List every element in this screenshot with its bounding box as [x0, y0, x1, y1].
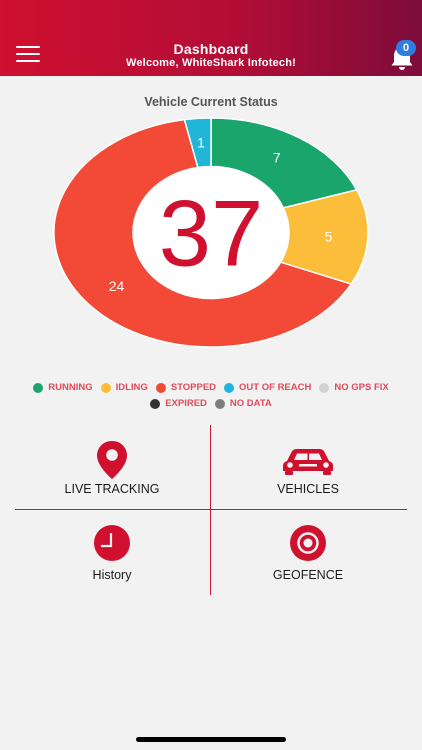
legend-label: NO DATA	[229, 398, 272, 409]
live-tracking-label: LIVE TRACKING	[64, 482, 160, 496]
geofence-tile[interactable]: GEOFENCE	[213, 515, 403, 595]
target-icon	[290, 525, 326, 561]
clock-icon	[94, 525, 130, 561]
map-pin-icon	[97, 441, 127, 479]
legend-item-no-data: NO DATA	[214, 398, 272, 409]
car-icon	[283, 449, 333, 475]
legend-dot	[33, 382, 44, 393]
vehicles-tile[interactable]: VEHICLES	[213, 430, 403, 510]
legend-dot	[224, 382, 235, 393]
legend-item-no-gps-fix: NO GPS FIX	[319, 382, 389, 393]
slice-value-label: 24	[109, 278, 125, 294]
geofence-label: GEOFENCE	[272, 568, 344, 582]
legend-item-expired: EXPIRED	[150, 398, 207, 409]
legend-label: RUNNING	[48, 382, 93, 393]
chart-legend: EXPIRED NO DATA	[0, 398, 422, 409]
vehicles-label: VEHICLES	[277, 482, 339, 496]
legend-label: IDLING	[115, 382, 148, 393]
history-tile[interactable]: History	[17, 515, 207, 595]
legend-item-out-of-reach: OUT OF REACH	[224, 382, 311, 393]
page-title: Dashboard	[173, 41, 249, 57]
legend-dot	[319, 382, 330, 393]
welcome-message: Welcome, WhiteShark Infotech!	[125, 57, 296, 69]
notifications-button[interactable]: 0	[388, 40, 416, 72]
slice-value-label: 1	[197, 135, 205, 151]
legend-item-stopped: STOPPED	[155, 382, 217, 393]
app-header: Dashboard Welcome, WhiteShark Infotech! …	[0, 0, 422, 76]
legend-label: NO GPS FIX	[334, 382, 389, 393]
legend-item-running: RUNNING	[33, 382, 93, 393]
legend-label: STOPPED	[170, 382, 217, 393]
legend-item-idling: IDLING	[100, 382, 148, 393]
legend-dot	[100, 382, 111, 393]
total-vehicle-count: 37	[159, 181, 264, 286]
slice-value-label: 5	[324, 228, 332, 244]
chart-legend: RUNNING IDLING STOPPED OUT OF REACH NO GPS F…	[0, 382, 422, 393]
grid-divider-vertical	[210, 425, 211, 595]
chart-title: Vehicle Current Status	[144, 95, 278, 109]
slice-value-label: 7	[273, 150, 281, 166]
live-tracking-tile[interactable]: LIVE TRACKING	[17, 430, 207, 510]
history-label: History	[92, 568, 132, 582]
vehicle-status-donut-chart: 7 5 24 1 37	[53, 117, 369, 348]
home-indicator	[136, 737, 286, 742]
legend-dot	[150, 398, 161, 409]
notification-count-badge: 0	[396, 40, 416, 56]
legend-dot	[155, 382, 166, 393]
legend-dot	[214, 398, 225, 409]
legend-label: OUT OF REACH	[239, 382, 312, 393]
legend-label: EXPIRED	[165, 398, 207, 409]
